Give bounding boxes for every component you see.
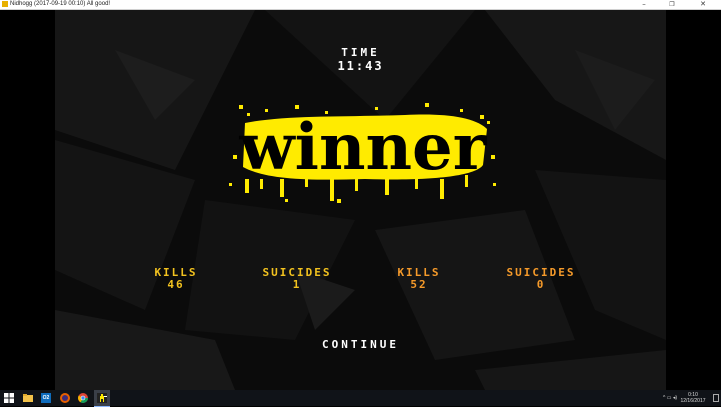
taskbar: O2 ^ ▭ ◂) 0:10 12/16/2017 [0, 390, 721, 407]
time-label: TIME [341, 46, 380, 59]
p2-suicides: SUICIDES 0 [486, 266, 596, 290]
p1-suicides-value: 1 [292, 278, 302, 291]
time-value: 11:43 [337, 59, 384, 73]
clock[interactable]: 0:10 12/16/2017 [678, 392, 708, 404]
nidhogg-taskbar-button[interactable] [94, 390, 110, 407]
maximize-button[interactable]: ❐ [661, 0, 683, 9]
p1-kills-value: 46 [167, 278, 185, 291]
p1-suicides: SUICIDES 1 [242, 266, 352, 290]
game-viewport[interactable]: TIME 11:43 winner KILLS 46 SUICIDES 1 KI… [0, 10, 721, 390]
firefox-icon[interactable] [60, 393, 70, 403]
winner-banner: winner [229, 103, 496, 203]
nidhogg-icon [97, 393, 107, 403]
file-explorer-icon[interactable] [23, 393, 33, 403]
clock-date: 12/16/2017 [680, 398, 706, 404]
window-titlebar[interactable]: Nidhogg (2017-09-19 00:10) All good! – ❐… [0, 0, 721, 10]
chrome-icon[interactable] [78, 393, 88, 403]
p2-kills: KILLS 52 [364, 266, 474, 290]
winner-text: winner [239, 110, 488, 185]
p2-suicides-value: 0 [536, 278, 546, 291]
p1-kills: KILLS 46 [121, 266, 231, 290]
windows-start-icon[interactable] [4, 393, 14, 403]
notification-icon[interactable] [713, 394, 719, 402]
minimize-button[interactable]: – [633, 0, 655, 9]
close-button[interactable]: ✕ [692, 0, 714, 9]
chevron-up-icon[interactable]: ^ [663, 395, 665, 401]
volume-icon[interactable]: ◂) [673, 395, 677, 401]
window-title: Nidhogg (2017-09-19 00:10) All good! [10, 1, 111, 7]
network-icon[interactable]: ▭ [667, 395, 672, 401]
outlook-icon[interactable]: O2 [41, 393, 51, 403]
continue-button[interactable]: CONTINUE [0, 338, 721, 351]
app-folder-icon [2, 1, 8, 7]
p2-kills-value: 52 [410, 278, 428, 291]
